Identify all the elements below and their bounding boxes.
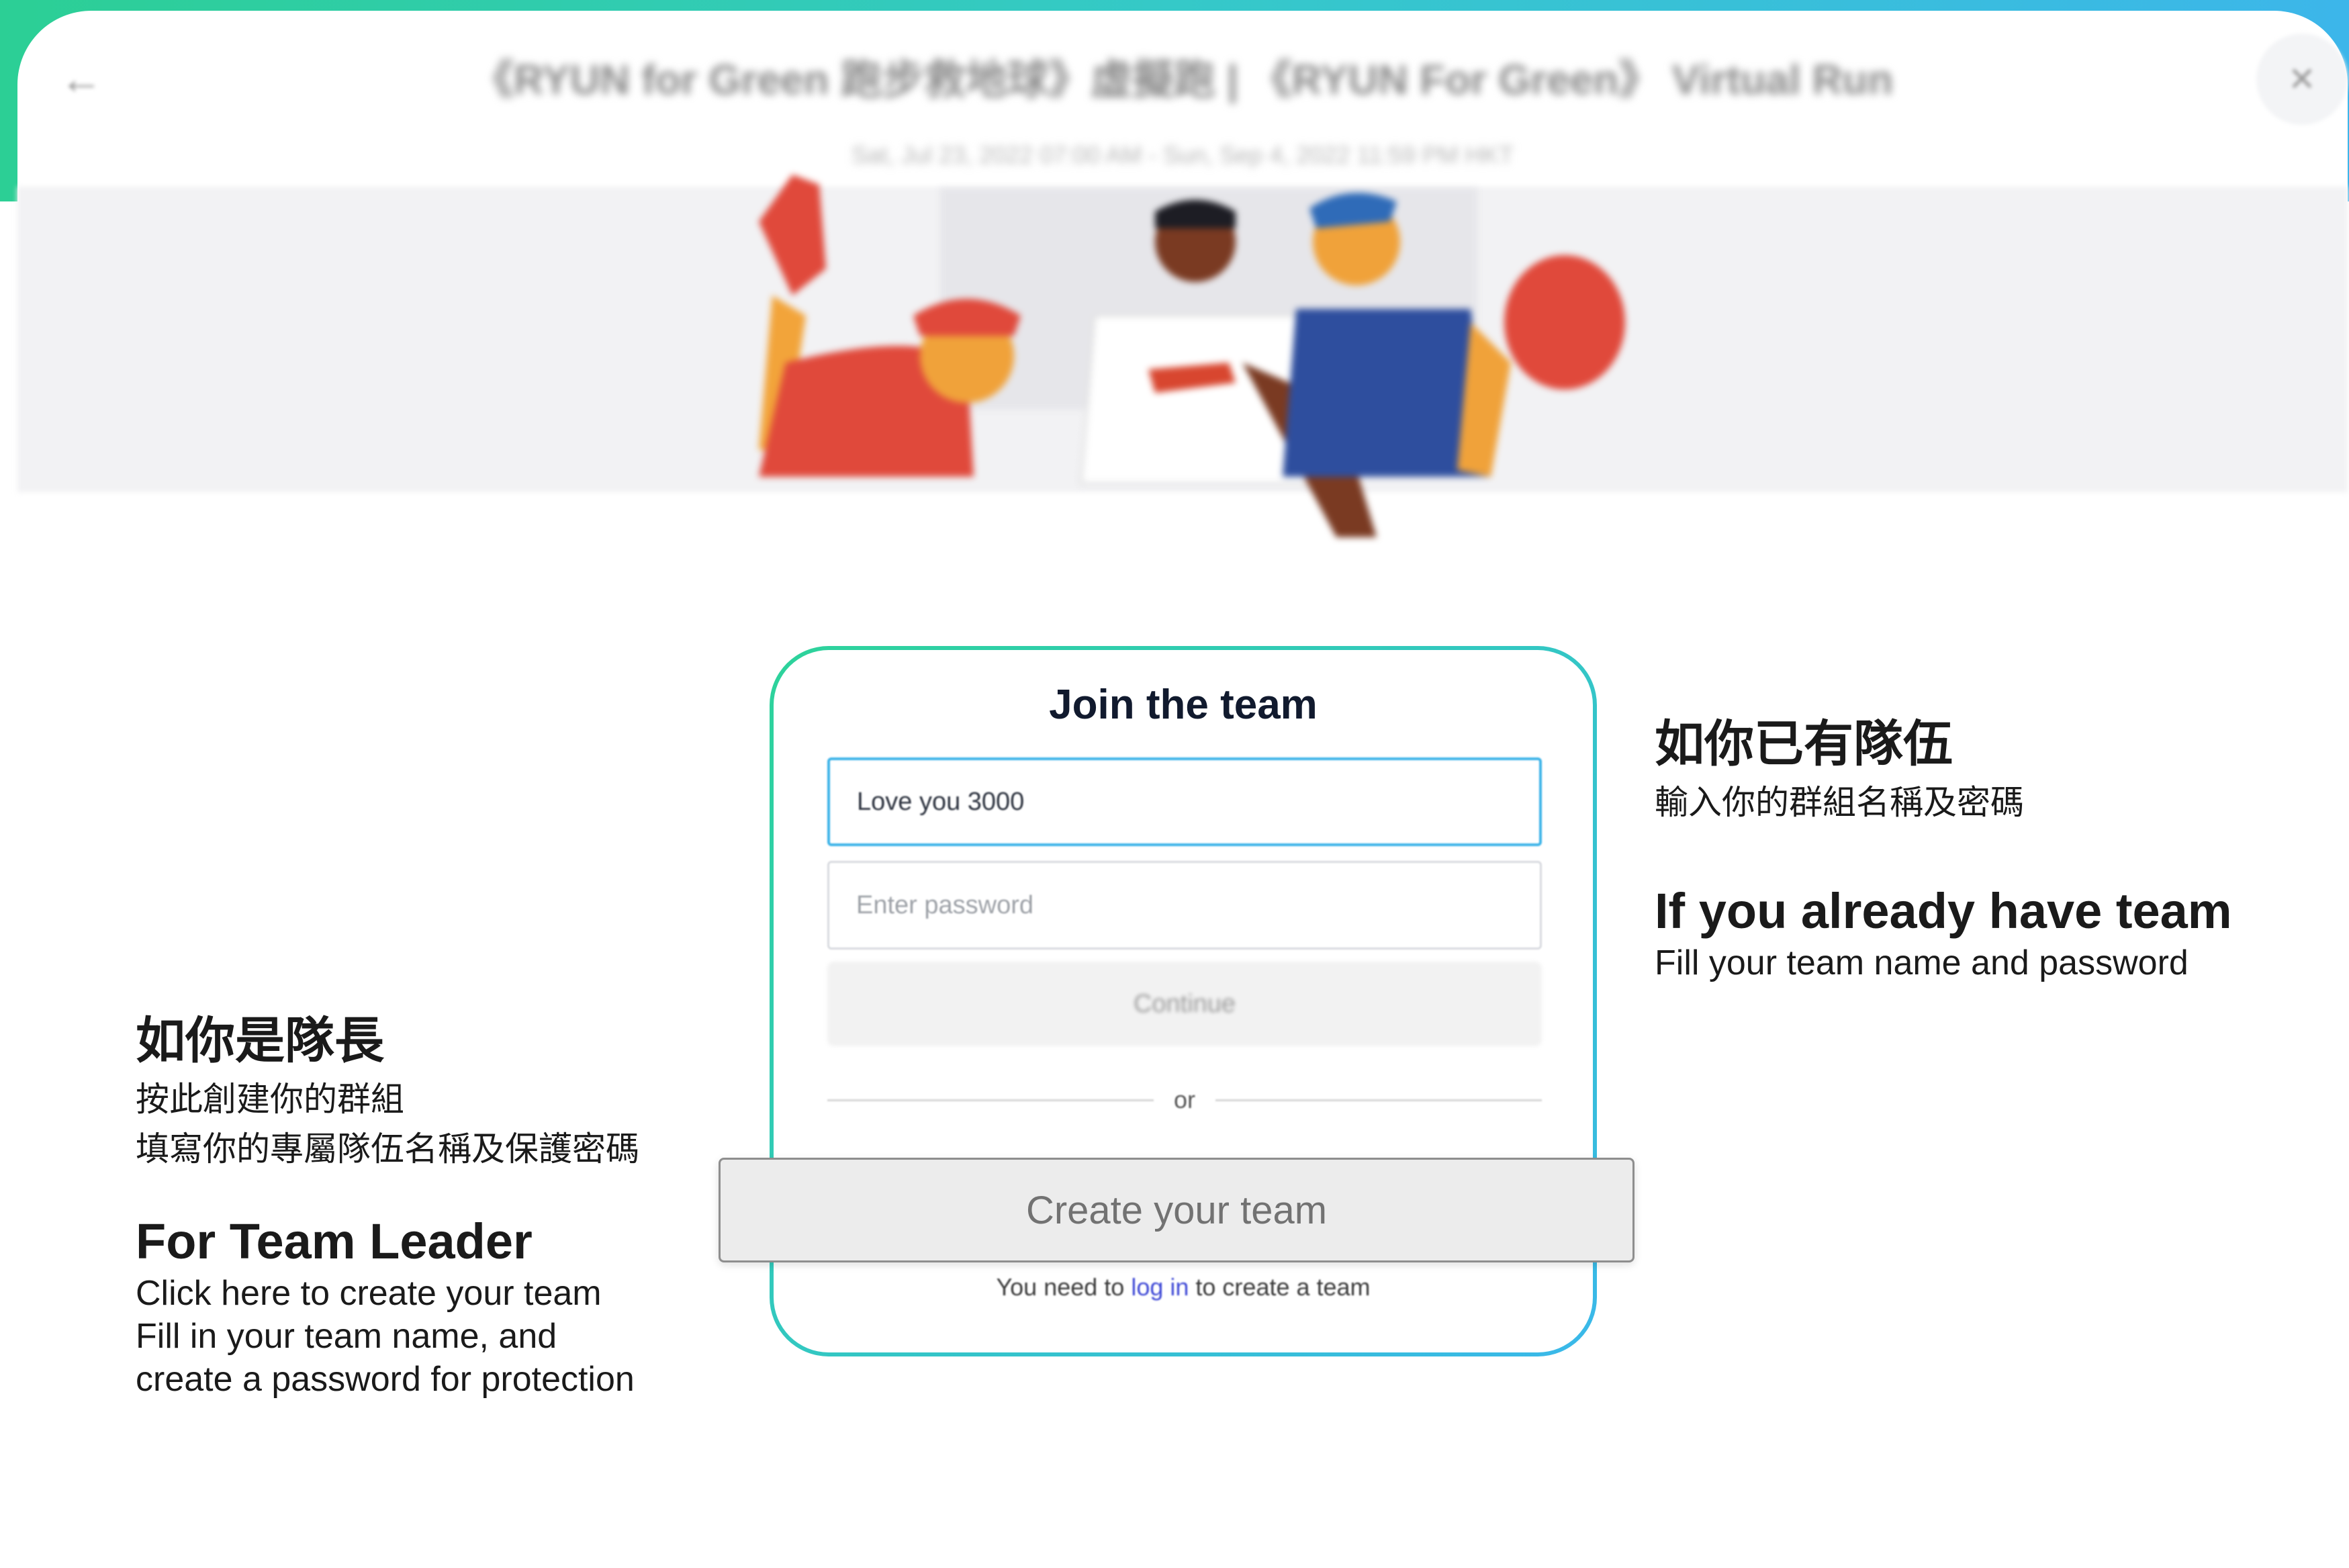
close-button[interactable]: ✕ <box>2256 34 2348 125</box>
or-divider: or <box>827 1080 1542 1120</box>
member-zh-line: 輸入你的群組名稱及密碼 <box>1655 783 2024 822</box>
close-icon: ✕ <box>2288 60 2316 98</box>
member-en-line: Fill your team name and password <box>1655 943 2189 982</box>
leader-en-line: Fill in your team name, and <box>136 1317 557 1356</box>
leader-en-line: Click here to create your team <box>136 1274 602 1313</box>
leader-zh-line: 按此創建你的群組 <box>136 1080 404 1119</box>
continue-button[interactable]: Continue <box>827 962 1542 1046</box>
login-note-prefix: You need to <box>996 1273 1125 1301</box>
create-team-button[interactable]: Create your team <box>719 1158 1634 1262</box>
event-title: 《RYUN for Green 跑步救地球》虛擬跑 | 《RYUN For Gr… <box>471 57 1894 103</box>
login-link[interactable]: log in <box>1131 1273 1189 1301</box>
leader-en-title: For Team Leader <box>136 1213 533 1269</box>
member-zh-title: 如你已有隊伍 <box>1655 715 1953 773</box>
divider-line <box>827 1099 1154 1101</box>
team-name-input[interactable]: Love you 3000 <box>827 757 1542 846</box>
leader-zh-line: 填寫你的專屬隊伍名稱及保護密碼 <box>136 1129 639 1168</box>
team-name-value: Love you 3000 <box>857 787 1025 816</box>
join-team-title: Join the team <box>1049 682 1318 728</box>
fans-illustration <box>759 175 1625 537</box>
login-note-suffix: to create a team <box>1195 1273 1371 1301</box>
existing-team-annotation: 如你已有隊伍 輸入你的群組名稱及密碼 If you already have t… <box>1655 710 2232 984</box>
or-label: or <box>1174 1086 1196 1113</box>
leader-zh-title: 如你是隊長 <box>136 1012 384 1070</box>
team-leader-annotation: 如你是隊長 按此創建你的群組 填寫你的專屬隊伍名稱及保護密碼 For Team … <box>136 1007 639 1401</box>
password-placeholder: Enter password <box>856 890 1034 919</box>
login-note: You need to log in to create a team <box>774 1273 1593 1301</box>
member-en-title: If you already have team <box>1655 883 2232 939</box>
leader-en-line: create a password for protection <box>136 1360 635 1399</box>
modal-header: ← 《RYUN for Green 跑步救地球》虛擬跑 | 《RYUN For … <box>17 11 2348 187</box>
divider-line <box>1215 1099 1542 1101</box>
password-input[interactable]: Enter password <box>827 861 1542 950</box>
